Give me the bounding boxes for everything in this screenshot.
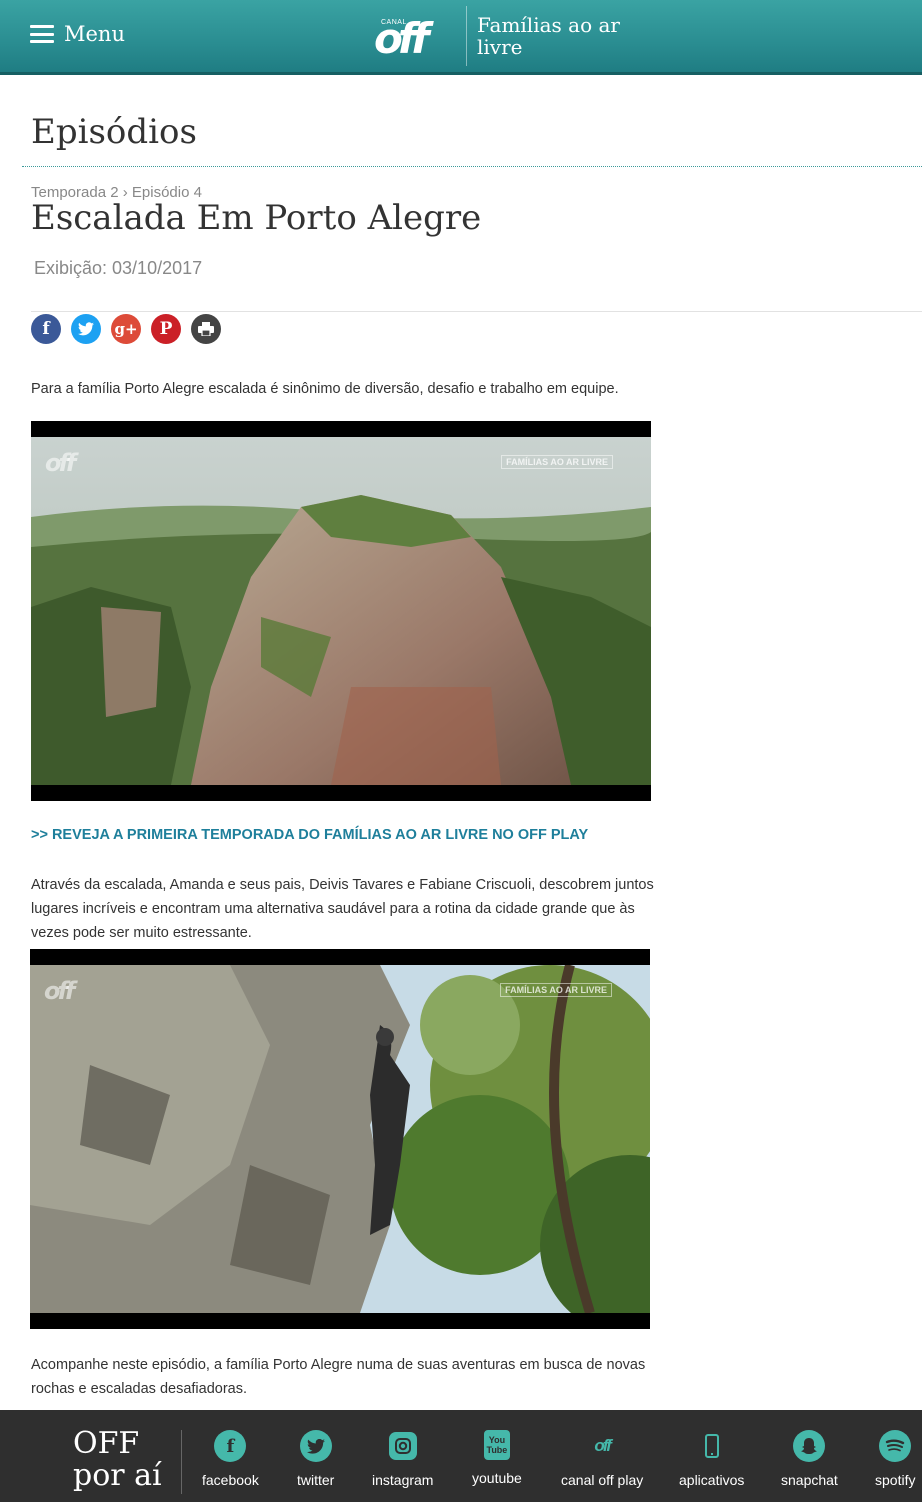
footer-link-youtube[interactable]: You Tube youtube bbox=[472, 1430, 522, 1486]
footer-link-canal-off-play[interactable]: off canal off play bbox=[561, 1430, 643, 1488]
footer-link-twitter[interactable]: twitter bbox=[297, 1430, 334, 1488]
footer-link-label: twitter bbox=[297, 1472, 335, 1488]
instagram-icon bbox=[388, 1432, 417, 1460]
footer-link-facebook[interactable]: f facebook bbox=[202, 1430, 259, 1488]
snapchat-icon bbox=[793, 1430, 826, 1462]
air-date: Exibição: 03/10/2017 bbox=[34, 258, 203, 278]
footer-link-label: instagram bbox=[372, 1472, 434, 1488]
video-player-2[interactable]: off FAMÍLIAS AO AR LIVRE bbox=[30, 949, 650, 1329]
section-title: Episódios bbox=[31, 112, 197, 152]
title-divider bbox=[31, 311, 922, 312]
spotify-icon bbox=[879, 1430, 912, 1462]
footer-link-label: spotify bbox=[875, 1472, 916, 1488]
footer-social-bar: OFF por aí f facebook twitter instagram Y… bbox=[0, 1410, 922, 1502]
footer-link-snapchat[interactable]: snapchat bbox=[781, 1430, 838, 1488]
footer-link-label: canal off play bbox=[561, 1472, 644, 1488]
header-divider bbox=[466, 6, 467, 66]
footer-link-label: facebook bbox=[202, 1472, 259, 1488]
menu-label: Menu bbox=[64, 22, 125, 46]
video-1-watermark-logo: off bbox=[45, 449, 76, 477]
hamburger-icon bbox=[30, 25, 54, 43]
googleplus-icon: g+ bbox=[114, 320, 138, 338]
twitter-share-button[interactable] bbox=[71, 314, 101, 344]
logo-off-text: off bbox=[374, 14, 429, 63]
youtube-icon: You Tube bbox=[483, 1430, 510, 1460]
off-play-icon: off bbox=[594, 1436, 611, 1455]
canal-off-logo[interactable]: CANAL off bbox=[372, 12, 450, 64]
pinterest-share-button[interactable]: P bbox=[151, 314, 181, 344]
print-icon bbox=[198, 322, 214, 336]
footer-link-aplicativos[interactable]: aplicativos bbox=[679, 1430, 744, 1488]
footer-link-label: youtube bbox=[472, 1470, 522, 1486]
section-divider bbox=[22, 166, 922, 167]
video-1-show-tag: FAMÍLIAS AO AR LIVRE bbox=[501, 455, 613, 469]
top-navigation-bar: Menu CANAL off Famílias ao ar livre bbox=[0, 0, 922, 75]
facebook-icon: f bbox=[214, 1430, 247, 1462]
episode-title: Escalada Em Porto Alegre bbox=[31, 198, 482, 238]
body-paragraph-3: Acompanhe neste episódio, a família Port… bbox=[31, 1357, 646, 1397]
facebook-icon: f bbox=[42, 319, 50, 339]
footer-link-instagram[interactable]: instagram bbox=[372, 1430, 433, 1488]
twitter-icon bbox=[78, 322, 94, 336]
menu-button[interactable]: Menu bbox=[30, 22, 125, 46]
print-button[interactable] bbox=[191, 314, 221, 344]
video-thumbnail-climber bbox=[30, 965, 650, 1313]
share-bar: f g+ P bbox=[31, 314, 221, 344]
googleplus-share-button[interactable]: g+ bbox=[111, 314, 141, 344]
show-title[interactable]: Famílias ao ar livre bbox=[477, 14, 637, 58]
pinterest-icon: P bbox=[159, 319, 173, 339]
body-paragraph-2: Através da escalada, Amanda e seus pais,… bbox=[31, 877, 654, 941]
footer-link-spotify[interactable]: spotify bbox=[875, 1430, 915, 1488]
video-2-show-tag: FAMÍLIAS AO AR LIVRE bbox=[500, 983, 612, 997]
phone-icon bbox=[696, 1430, 728, 1462]
intro-paragraph: Para a família Porto Alegre escalada é s… bbox=[31, 381, 619, 397]
footer-brand: OFF por aí bbox=[73, 1426, 162, 1493]
video-thumbnail-rock-formation bbox=[31, 437, 651, 785]
video-2-watermark-logo: off bbox=[44, 977, 75, 1005]
facebook-share-button[interactable]: f bbox=[31, 314, 61, 344]
video-player-1[interactable]: off FAMÍLIAS AO AR LIVRE bbox=[31, 421, 651, 801]
footer-divider bbox=[181, 1430, 182, 1494]
footer-link-label: aplicativos bbox=[679, 1472, 745, 1488]
off-play-season1-link[interactable]: >> REVEJA A PRIMEIRA TEMPORADA DO FAMÍLI… bbox=[31, 827, 588, 843]
footer-link-label: snapchat bbox=[781, 1472, 838, 1488]
twitter-icon bbox=[299, 1430, 332, 1462]
